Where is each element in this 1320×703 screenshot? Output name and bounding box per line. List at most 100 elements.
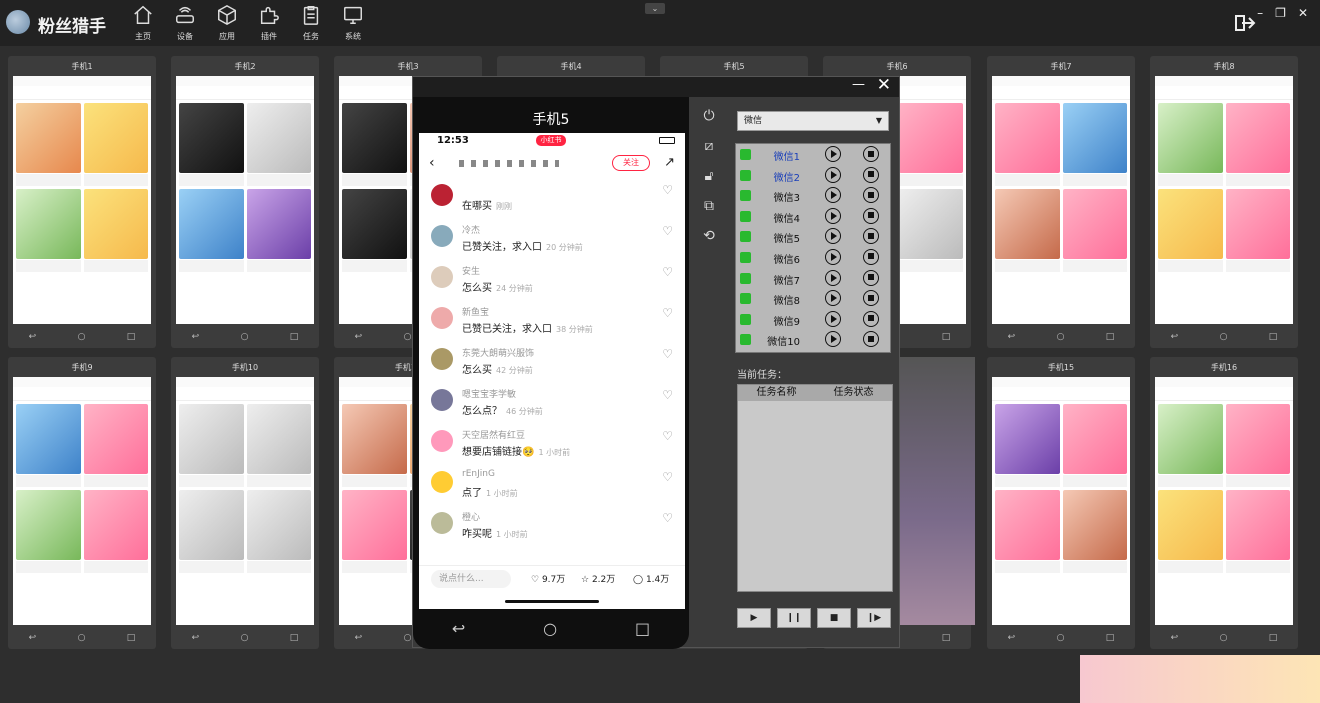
maximize-window-button[interactable]: ❐ [1275, 6, 1286, 20]
phone-screen[interactable] [992, 76, 1130, 324]
comment-author[interactable]: rEnJinG [462, 469, 495, 479]
like-count[interactable]: ♡ 9.7万 [531, 572, 565, 585]
avatar[interactable] [431, 184, 453, 206]
avatar[interactable] [431, 266, 453, 288]
back-key-icon[interactable]: ↩ [452, 619, 465, 638]
exit-icon[interactable] [1234, 14, 1256, 32]
heart-icon[interactable]: ♡ [662, 265, 673, 279]
comment-item[interactable]: rEnJinG 点了 1 小时前 ♡ [419, 464, 685, 505]
phone-screen[interactable] [992, 377, 1130, 625]
wechat-checkbox[interactable] [740, 313, 751, 325]
recents-key-icon[interactable]: □ [635, 619, 650, 638]
share-icon[interactable]: ↗ [664, 155, 675, 170]
play-icon[interactable] [825, 228, 841, 245]
phone-screen[interactable] [1155, 377, 1293, 625]
comment-item[interactable]: 嗯宝宝李学敏 怎么点？ 46 分钟前 ♡ [419, 382, 685, 423]
phone-card[interactable]: 手机9 ↩ ○ □ [8, 357, 156, 649]
comment-author[interactable]: 天空居然有红豆 [462, 428, 525, 441]
heart-icon[interactable]: ♡ [662, 470, 673, 484]
star-count[interactable]: ☆ 2.2万 [581, 572, 615, 585]
nav-apps[interactable]: 应用 [206, 4, 248, 44]
panel-minimize-button[interactable]: — [852, 77, 865, 92]
rotate-icon[interactable]: ⟲ [698, 225, 720, 247]
comment-item[interactable]: 在哪买 刚刚 ♡ [419, 177, 685, 218]
wechat-checkbox[interactable] [740, 334, 751, 346]
stop-icon[interactable] [863, 269, 879, 286]
phone-card[interactable]: 手机15 ↩ ○ □ [987, 357, 1135, 649]
stop-icon[interactable] [863, 310, 879, 327]
comment-item[interactable]: 橙心 咋买呢 1 小时前 ♡ [419, 505, 685, 546]
stop-icon[interactable] [863, 331, 879, 348]
screenshot-icon[interactable]: ⧉ [698, 195, 720, 217]
comment-author[interactable]: 新鱼宝 [462, 305, 489, 318]
play-icon[interactable] [825, 248, 841, 265]
back-arrow-icon[interactable]: ‹ [429, 155, 435, 171]
wechat-checkbox[interactable] [740, 149, 751, 160]
play-icon[interactable] [825, 290, 841, 307]
phone-card[interactable]: 手机10 ↩ ○ □ [171, 357, 319, 649]
avatar[interactable] [431, 471, 453, 493]
comment-item[interactable]: 天空居然有红豆 想要店铺链接🥺 1 小时前 ♡ [419, 423, 685, 464]
wechat-checkbox[interactable] [740, 169, 751, 181]
account-type-select[interactable]: 微信 ▼ [737, 111, 889, 131]
heart-icon[interactable]: ♡ [662, 347, 673, 361]
heart-icon[interactable]: ♡ [662, 429, 673, 443]
stop-icon[interactable] [863, 146, 879, 162]
stop-icon[interactable] [863, 290, 879, 307]
comment-item[interactable]: 新鱼宝 已赞已关注，求入口 38 分钟前 ♡ [419, 300, 685, 341]
phone-card[interactable]: 手机1 ↩ ○ □ [8, 56, 156, 348]
task-stop-button[interactable]: ■ [817, 608, 851, 628]
comment-item[interactable]: 东莞大朗萌兴服饰 怎么买 42 分钟前 ♡ [419, 341, 685, 382]
comment-count[interactable]: ◯ 1.4万 [633, 572, 669, 585]
follow-button[interactable]: 关注 [612, 155, 650, 171]
nav-tasks[interactable]: 任务 [290, 4, 332, 44]
wechat-checkbox[interactable] [740, 293, 751, 305]
comment-author[interactable]: 安生 [462, 264, 480, 277]
minimize-window-button[interactable]: – [1257, 6, 1263, 20]
nav-home[interactable]: 主页 [122, 4, 164, 44]
heart-icon[interactable]: ♡ [662, 224, 673, 238]
wechat-checkbox[interactable] [740, 190, 751, 202]
nav-system[interactable]: 系统 [332, 4, 374, 44]
heart-icon[interactable]: ♡ [662, 511, 673, 525]
avatar[interactable] [431, 430, 453, 452]
phone-screen[interactable] [13, 377, 151, 625]
avatar[interactable] [431, 225, 453, 247]
lock-icon[interactable]: 🔓︎ [698, 165, 720, 187]
phone-screen[interactable] [176, 377, 314, 625]
stop-icon[interactable] [863, 248, 879, 265]
nav-plugins[interactable]: 插件 [248, 4, 290, 44]
play-icon[interactable] [825, 187, 841, 204]
phone-card[interactable]: 手机7 ↩ ○ □ [987, 56, 1135, 348]
heart-icon[interactable]: ♡ [662, 306, 673, 320]
play-icon[interactable] [825, 331, 841, 348]
wechat-checkbox[interactable] [740, 231, 751, 243]
avatar[interactable] [431, 512, 453, 534]
play-icon[interactable] [825, 310, 841, 327]
power-icon[interactable]: ⏻ [698, 105, 720, 127]
panel-close-button[interactable]: ✕ [877, 75, 891, 95]
avatar[interactable] [431, 307, 453, 329]
nav-device[interactable]: 设备 [164, 4, 206, 44]
wechat-checkbox[interactable] [740, 251, 751, 263]
phone-screen[interactable] [1155, 76, 1293, 324]
heart-icon[interactable]: ♡ [662, 183, 673, 197]
stop-icon[interactable] [863, 166, 879, 183]
screen-off-icon[interactable]: ⧄ [698, 135, 720, 157]
task-next-button[interactable]: ❙▶ [857, 608, 891, 628]
avatar[interactable] [431, 348, 453, 370]
play-icon[interactable] [825, 166, 841, 183]
stop-icon[interactable] [863, 187, 879, 204]
phone-screen[interactable] [176, 76, 314, 324]
task-start-button[interactable]: ▶ [737, 608, 771, 628]
collapse-toggle[interactable]: ⌄ [645, 3, 665, 14]
play-icon[interactable] [825, 269, 841, 286]
phone-screen[interactable] [13, 76, 151, 324]
stop-icon[interactable] [863, 207, 879, 224]
phone-mirror-screen[interactable]: 12:53 小红书 ‹ 关注 ↗ 在哪买 刚刚 ♡ 冷杰 已赞关注，求入口 20 分钟前 ♡… [419, 133, 685, 609]
avatar[interactable] [431, 389, 453, 411]
task-pause-button[interactable]: ❙❙ [777, 608, 811, 628]
comment-input[interactable]: 说点什么... [431, 570, 511, 588]
phone-card[interactable]: 手机16 ↩ ○ □ [1150, 357, 1298, 649]
wechat-checkbox[interactable] [740, 210, 751, 222]
